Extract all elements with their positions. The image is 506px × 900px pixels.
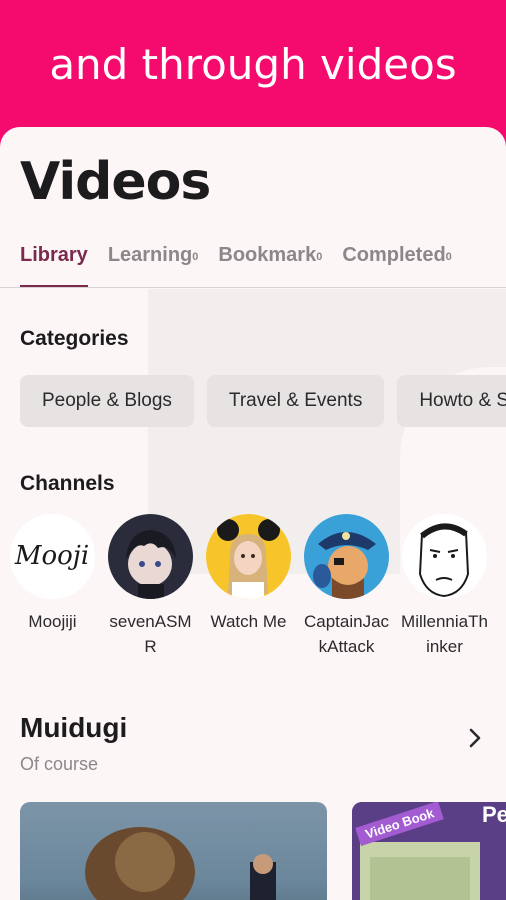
channel-name: Moojiji (28, 612, 77, 631)
moojiji-logo-avatar: Mooji (10, 514, 95, 599)
categories-heading: Categories (20, 327, 129, 350)
channel-name: CaptainJackAttack (303, 612, 390, 656)
girl-with-ears-avatar (206, 514, 291, 599)
pirate-cartoon-avatar (304, 514, 389, 599)
tab-label: Learning (107, 244, 193, 266)
channel-item[interactable]: sevenASMR (108, 514, 193, 659)
anime-boy-avatar (108, 514, 193, 599)
svg-text:Mooji: Mooji (14, 541, 89, 571)
wojak-face-avatar (402, 514, 487, 599)
tab-learning[interactable]: Learning0 (108, 239, 199, 287)
channel-item[interactable]: Mooji Moojiji (10, 514, 95, 659)
channel-list: Mooji Moojiji sevenASMR Watch Me Captain… (10, 514, 488, 659)
thumbnail-text: Pe (482, 802, 506, 827)
tab-bar: Library Learning0 Bookmark0 Completed0 (20, 239, 472, 288)
channel-item[interactable]: CaptainJackAttack (304, 514, 389, 659)
banner-title: and through videos (49, 40, 457, 89)
channel-name: sevenASMR (109, 612, 192, 656)
channel-item[interactable]: Watch Me (206, 514, 291, 659)
page-title: Videos (20, 152, 211, 212)
tab-completed[interactable]: Completed0 (342, 239, 451, 287)
tab-library[interactable]: Library (20, 239, 88, 288)
category-chip[interactable]: People & Blogs (20, 375, 194, 427)
channel-name: MillenniaThinker (401, 612, 488, 656)
section-title: Muidugi (20, 712, 128, 743)
category-chip[interactable]: Travel & Events (206, 375, 385, 427)
video-thumbnail[interactable] (20, 802, 327, 900)
tab-count: 0 (445, 251, 452, 263)
tab-count: 0 (316, 251, 323, 263)
category-chips: People & Blogs Travel & Events Howto & S… (20, 375, 506, 427)
chevron-right-icon[interactable] (462, 725, 488, 751)
section-subtitle: Of course (20, 754, 99, 774)
channel-item[interactable]: MillenniaThinker (401, 514, 488, 659)
channels-heading: Channels (20, 472, 115, 495)
content-sheet: Videos Library Learning0 Bookmark0 Compl… (0, 127, 506, 900)
tab-bookmark[interactable]: Bookmark0 (218, 239, 322, 287)
tab-label: Library (20, 244, 88, 266)
category-chip[interactable]: Howto & Style (397, 375, 506, 427)
tab-divider (0, 287, 506, 288)
tab-label: Bookmark (218, 244, 317, 266)
video-thumbnail[interactable]: Video Book Pe (352, 802, 506, 900)
channel-name: Watch Me (210, 612, 287, 631)
tab-count: 0 (192, 251, 199, 263)
tab-label: Completed (342, 244, 446, 266)
